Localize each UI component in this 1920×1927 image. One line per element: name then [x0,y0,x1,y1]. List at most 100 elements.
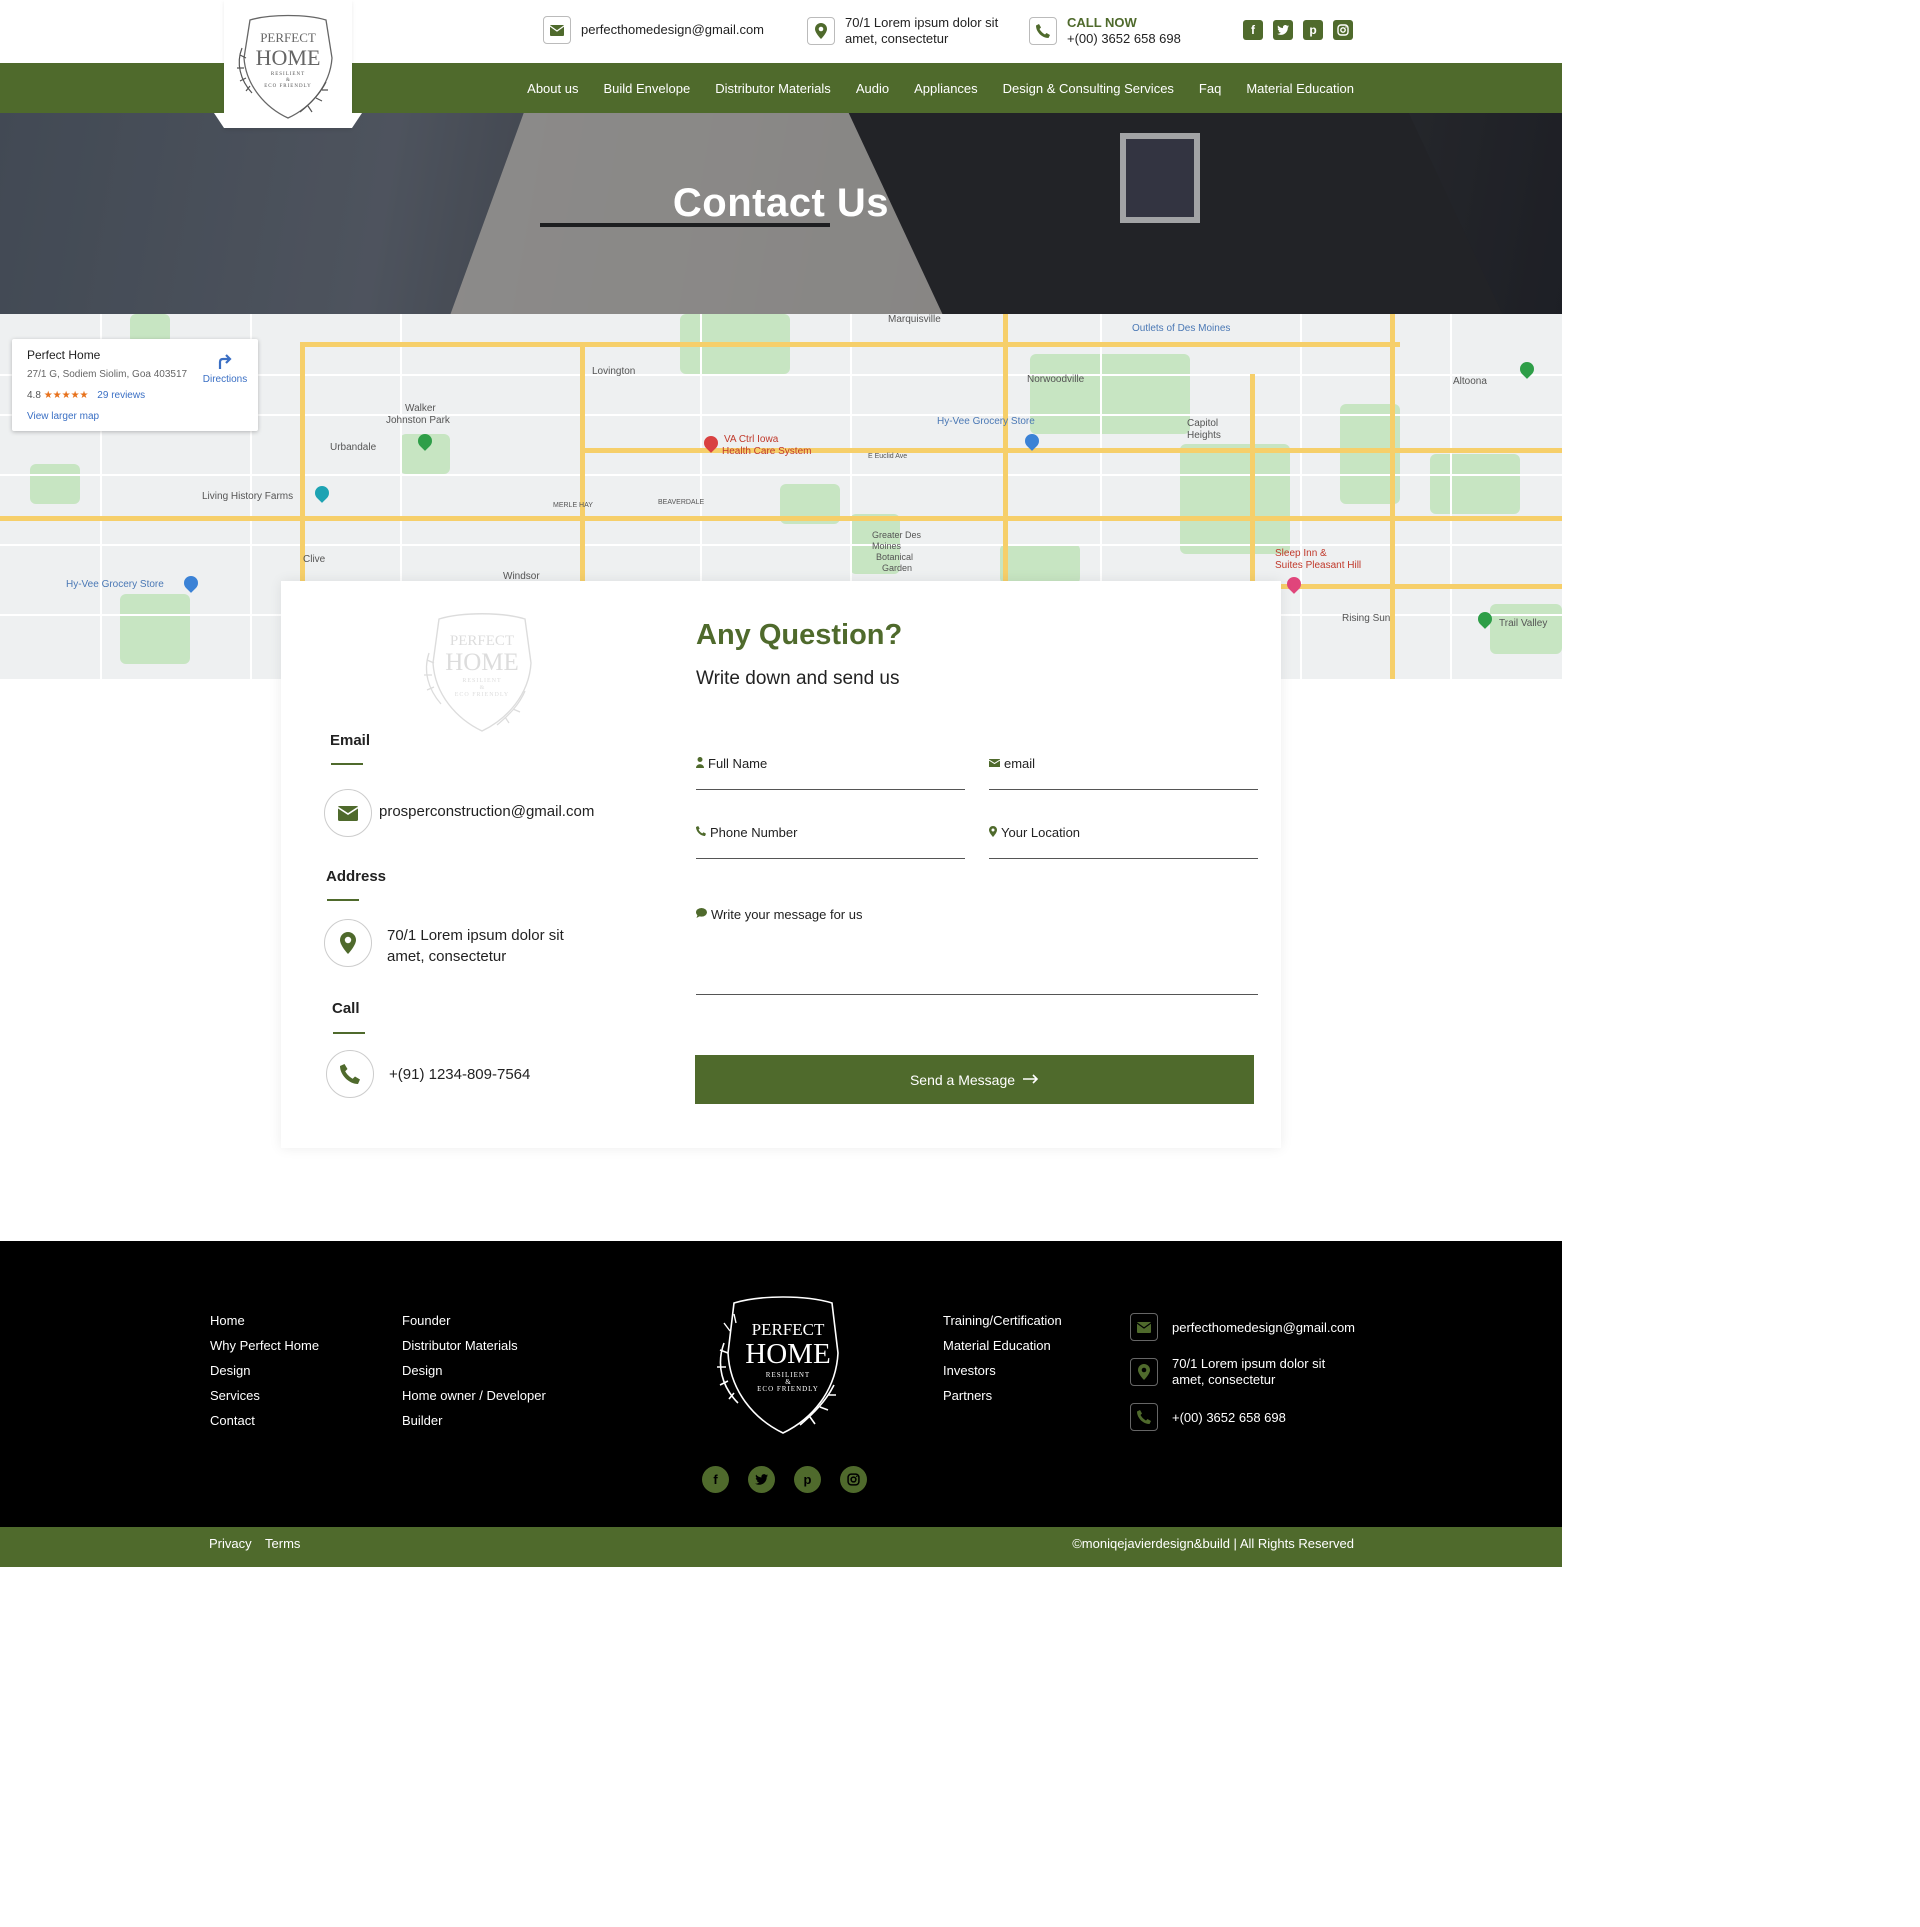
top-call[interactable]: CALL NOW +(00) 3652 658 698 [1029,15,1181,47]
footer-link-services[interactable]: Services [210,1388,319,1404]
footer-address-line2: amet, consectetur [1172,1372,1276,1387]
user-icon [696,756,704,771]
twitter-icon[interactable] [1273,20,1293,40]
top-email[interactable]: perfecthomedesign@gmail.com [543,16,764,44]
map-pin-icon[interactable] [181,573,201,593]
map-label: Outlets of Des Moines [1132,323,1231,334]
footer-link-founder[interactable]: Founder [402,1313,546,1329]
logo-text-perfect: PERFECT [260,30,316,45]
envelope-icon [1130,1313,1158,1341]
footer-link-partners[interactable]: Partners [943,1388,1062,1404]
form-title: Any Question? [696,619,903,651]
page-title: Contact Us [672,181,890,225]
nav-appliances[interactable]: Appliances [914,81,978,96]
email-heading: Email [330,732,371,749]
nav-build-envelope[interactable]: Build Envelope [603,81,690,96]
map-label: Johnston Park [386,415,450,426]
map-label: Lovington [592,366,636,377]
arrow-right-icon [1023,1071,1039,1089]
nav-about-us[interactable]: About us [527,81,578,96]
email-field[interactable]: email [988,746,1258,790]
phone-icon [1029,17,1057,45]
directions-label: Directions [202,374,248,385]
pinterest-icon[interactable]: p [1303,20,1323,40]
copyright: ©moniqejavierdesign&build | All Rights R… [1072,1536,1354,1551]
phone-number-field[interactable]: Phone Number [696,815,965,859]
footer-phone[interactable]: +(00) 3652 658 698 [1130,1403,1286,1431]
privacy-link[interactable]: Privacy [209,1536,252,1551]
map-label: Heights [1187,430,1221,441]
nav-distributor-materials[interactable]: Distributor Materials [715,81,831,96]
logo-tab-decoration [214,113,224,128]
map-pin-icon [324,919,372,967]
map-label: E Euclid Ave [868,453,908,460]
footer-phone-text: +(00) 3652 658 698 [1172,1409,1286,1425]
logo-text-resilient: RESILIENT [271,72,305,77]
footer: Home Why Perfect Home Design Services Co… [0,1241,1562,1527]
svg-text:HOME: HOME [445,649,519,676]
map-pin-icon[interactable] [312,483,332,503]
nav-audio[interactable]: Audio [856,81,889,96]
footer-link-home[interactable]: Home [210,1313,319,1329]
footer-link-investors[interactable]: Investors [943,1363,1062,1379]
chat-bubble-icon [696,908,707,921]
svg-text:PERFECT: PERFECT [752,1320,825,1339]
footer-link-design[interactable]: Design [210,1363,319,1379]
map-pin-icon [807,17,835,45]
map-label: Norwoodville [1027,374,1085,385]
message-field[interactable]: Write your message for us [696,898,1258,995]
footer-link-builder[interactable]: Builder [402,1413,546,1429]
footer-link-material-education[interactable]: Material Education [943,1338,1062,1354]
footer-link-distributor[interactable]: Distributor Materials [402,1338,546,1354]
message-placeholder: Write your message for us [711,907,863,922]
full-name-field[interactable]: Full Name [696,746,965,790]
contact-phone-value[interactable]: +(91) 1234-809-7564 [389,1064,530,1085]
nav-design-consulting[interactable]: Design & Consulting Services [1003,81,1174,96]
phone-icon [696,826,706,839]
map-label: Capitol [1187,418,1219,429]
svg-text:PERFECT: PERFECT [450,633,514,649]
top-address: 70/1 Lorem ipsum dolor sit amet, consect… [807,15,998,47]
logo-text-home: HOME [256,45,321,70]
instagram-icon[interactable] [840,1466,867,1493]
nav-faq[interactable]: Faq [1199,81,1221,96]
footer-link-design-2[interactable]: Design [402,1363,546,1379]
footer-link-training[interactable]: Training/Certification [943,1313,1062,1329]
location-placeholder: Your Location [1001,825,1081,840]
footer-link-homeowner[interactable]: Home owner / Developer [402,1388,546,1404]
map-reviews-link[interactable]: 29 reviews [97,390,145,401]
footer-logo[interactable]: PERFECT HOME RESILIENT & ECO FRIENDLY [708,1291,858,1443]
map-label: Marquisville [888,314,941,325]
instagram-icon[interactable] [1333,20,1353,40]
facebook-icon[interactable]: f [1243,20,1263,40]
view-larger-map-link[interactable]: View larger map [27,411,99,422]
map-label: Garden [882,563,913,573]
watermark-logo: PERFECT HOME RESILIENT & ECO FRIENDLY [424,613,532,732]
envelope-icon [324,789,372,837]
terms-link[interactable]: Terms [265,1536,300,1551]
site-logo[interactable]: PERFECT HOME RESILIENT & ECO FRIENDLY [224,0,352,128]
logo-text-amp: & [286,78,290,83]
star-rating-icon: ★★★★★ [43,390,89,401]
pinterest-icon[interactable]: p [794,1466,821,1493]
footer-email[interactable]: perfecthomedesign@gmail.com [1130,1313,1355,1341]
footer-link-why[interactable]: Why Perfect Home [210,1338,319,1354]
svg-text:&: & [480,685,485,691]
top-email-text: perfecthomedesign@gmail.com [581,22,765,37]
envelope-icon [988,758,1001,770]
twitter-icon[interactable] [748,1466,775,1493]
directions-button[interactable]: Directions [202,353,248,385]
call-heading-underline [333,1032,365,1034]
bottom-bar: Privacy Terms ©moniqejavierdesign&build … [0,1527,1562,1567]
logo-tab-decoration [352,113,362,128]
location-field[interactable]: Your Location [989,815,1258,859]
nav-material-education[interactable]: Material Education [1246,81,1354,96]
send-message-button[interactable]: Send a Message [695,1055,1254,1104]
footer-link-contact[interactable]: Contact [210,1413,319,1429]
facebook-icon[interactable]: f [702,1466,729,1493]
map-label: Suites Pleasant Hill [1275,560,1362,571]
map-label: Greater Des [872,530,922,540]
address-heading: Address [326,868,387,885]
contact-address: 70/1 Lorem ipsum dolor sit amet, consect… [387,925,564,967]
contact-email-value[interactable]: prosperconstruction@gmail.com [379,801,594,822]
